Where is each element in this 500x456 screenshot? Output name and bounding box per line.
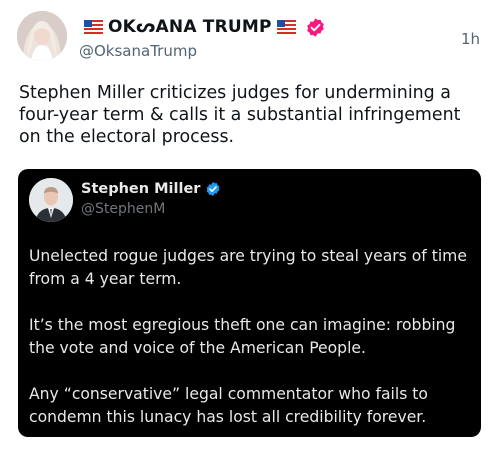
us-flag-icon xyxy=(84,20,103,34)
author-name[interactable]: OKᔕANA TRUMP xyxy=(108,17,272,37)
quoted-paragraph: Any “conservative” legal commentator who… xyxy=(29,385,428,426)
author-name-row[interactable]: OKᔕANA TRUMP xyxy=(79,15,326,39)
quoted-paragraph: It’s the most egregious theft one can im… xyxy=(29,316,456,357)
author-handle[interactable]: @OksanaTrump xyxy=(79,42,197,60)
verified-badge-icon[interactable] xyxy=(205,181,221,197)
quoted-author-name[interactable]: Stephen Miller xyxy=(81,181,200,197)
us-flag-icon xyxy=(276,20,296,34)
post: OKᔕANA TRUMP @OksanaTrump 1h Stephen Mil… xyxy=(0,0,500,456)
quoted-post-text: Unelected rogue judges are trying to ste… xyxy=(29,245,474,429)
author-avatar[interactable] xyxy=(17,11,67,61)
verified-badge-icon[interactable] xyxy=(305,17,326,38)
quoted-paragraph: Unelected rogue judges are trying to ste… xyxy=(29,247,467,288)
post-timestamp[interactable]: 1h xyxy=(461,30,480,48)
post-text: Stephen Miller criticizes judges for und… xyxy=(19,83,461,147)
quoted-author-handle[interactable]: @StephenM xyxy=(81,201,165,217)
quoted-author-name-row[interactable]: Stephen Miller xyxy=(81,181,221,197)
quoted-author-avatar[interactable] xyxy=(29,178,73,222)
quoted-post-card[interactable]: Stephen Miller @StephenM Unelected rogue… xyxy=(18,169,481,437)
